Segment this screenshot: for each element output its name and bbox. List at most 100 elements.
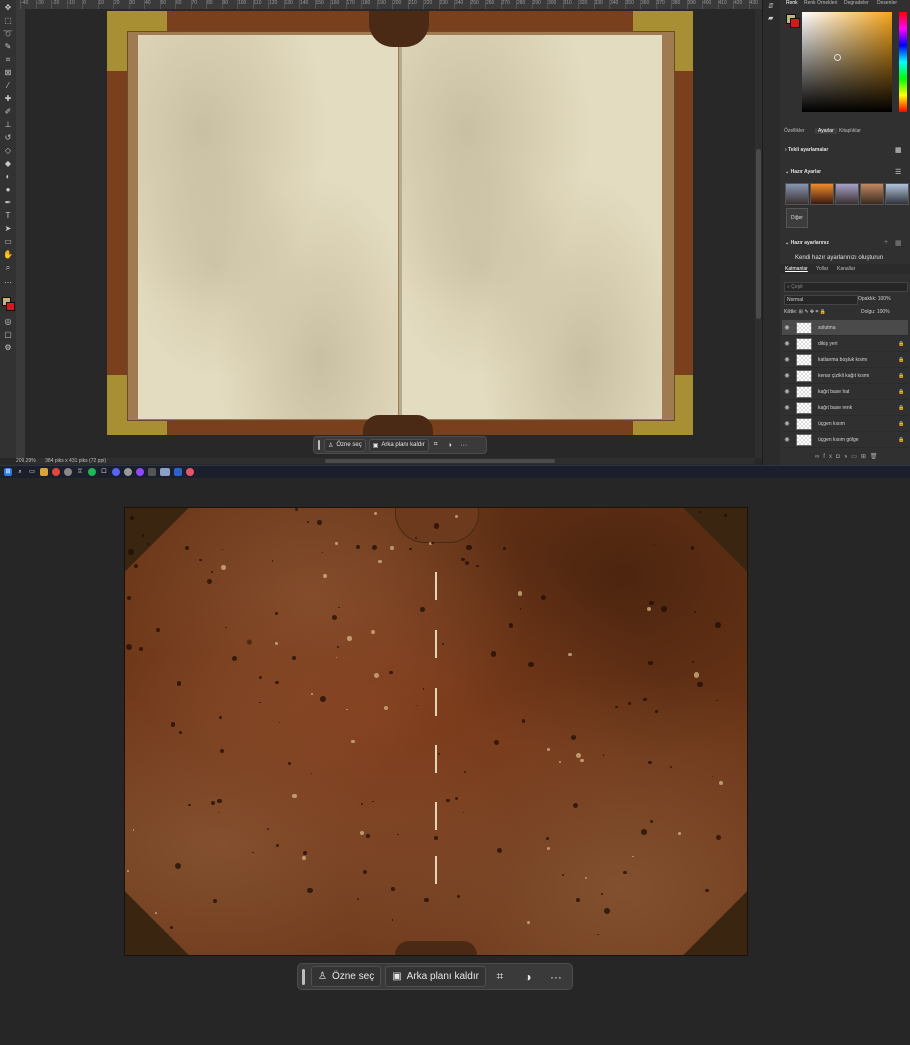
preset-thumb[interactable] [835,183,859,205]
edit-toolbar-icon[interactable]: ⚙ [2,343,14,353]
marquee-tool-icon[interactable]: ⬚ [2,16,14,26]
remove-background-button[interactable]: ▣ Arka planı kaldır [368,438,429,452]
screen-mode-icon[interactable]: ▢ [2,330,14,340]
zoomed-canvas-artwork[interactable] [124,507,748,956]
tab-channels[interactable]: Kanallar [837,266,855,272]
layer-name[interactable]: kağıt base renk [818,405,898,411]
color-picker-cursor[interactable] [834,54,841,61]
tab-paths[interactable]: Yollar [816,266,828,272]
eye-icon[interactable]: ◉ [782,356,792,363]
discord-icon[interactable] [112,468,120,476]
chrome-icon[interactable] [52,468,60,476]
eye-icon[interactable]: ◉ [782,404,792,411]
transform-icon[interactable]: ⌗ [429,441,443,449]
canvas-area[interactable]: ♙ Özne seç ▣ Arka planı kaldır ⌗ ◑ ··· [25,9,755,458]
eye-icon[interactable]: ◉ [782,388,792,395]
shape-tool-icon[interactable]: ▭ [2,237,14,247]
windows-start-icon[interactable]: ⊞ [4,468,12,476]
eyedropper-tool-icon[interactable]: ⁄ [2,81,14,91]
history-icon[interactable]: ⇵ [768,2,774,10]
frame-tool-icon[interactable]: ⊠ [2,68,14,78]
type-tool-icon[interactable]: T [2,211,14,221]
delete-layer-icon[interactable]: 🗑 [870,454,882,460]
eye-icon[interactable]: ◉ [782,372,792,379]
healing-brush-tool-icon[interactable]: ✚ [2,94,14,104]
zoom-level[interactable]: 209,29% [16,458,36,464]
background-color-swatch[interactable] [6,302,15,311]
color-picker-field[interactable] [802,12,892,112]
presets-header[interactable]: ⌄ Hazır Ayarlar [785,169,821,175]
stamp-tool-icon[interactable]: ⊥ [2,120,14,130]
eye-icon[interactable]: ◉ [782,324,792,331]
zoom-tool-icon[interactable]: ⌕ [2,263,14,273]
tab-swatches[interactable]: Renk Örnekleri [804,0,837,6]
preset-thumb[interactable] [785,183,809,205]
add-mask-icon[interactable]: ◘ [836,454,844,460]
add-preset-icon[interactable]: + [884,239,888,246]
tab-color[interactable]: Renk [786,0,798,6]
remove-background-button[interactable]: ▣ Arka planı kaldır [385,966,486,987]
app-icon[interactable]: ☐ [100,468,108,476]
layer-filter-input[interactable]: ⌕ Çeşit [784,282,908,292]
task-view-icon[interactable]: ▭ [28,468,36,476]
layer-row[interactable]: ◉ katlanma boşluk kısmı 🔒 [782,352,908,368]
dodge-tool-icon[interactable]: ● [2,185,14,195]
more-presets-button[interactable]: Diğer [786,208,808,228]
fill-value[interactable]: 100% [877,309,890,315]
eye-icon[interactable]: ◉ [782,420,792,427]
paint-bucket-tool-icon[interactable]: ◆ [2,159,14,169]
app-icon[interactable] [148,468,156,476]
vertical-scroll-thumb[interactable] [756,149,761,319]
tab-libraries[interactable]: Kitaplıklar [839,128,861,134]
drag-handle[interactable] [302,968,305,985]
app-icon[interactable] [186,468,194,476]
layer-name[interactable]: kağıt base hat [818,389,898,395]
opacity-control[interactable]: Opaklık: 100% [858,296,891,302]
app-icon[interactable] [124,468,132,476]
comments-icon[interactable]: ▰ [768,14,773,22]
eye-icon[interactable]: ◉ [782,340,792,347]
layer-row[interactable]: ◉ kağıt base renk 🔒 [782,400,908,416]
layer-row[interactable]: ◉ kağıt base hat 🔒 [782,384,908,400]
history-brush-tool-icon[interactable]: ↺ [2,133,14,143]
tab-properties[interactable]: Özellikler [784,128,805,134]
eye-icon[interactable]: ◉ [782,436,792,443]
adjustment-icon[interactable]: ◑ [514,970,542,984]
select-subject-button[interactable]: ♙ Özne seç [311,966,382,987]
move-tool-icon[interactable]: ✥ [2,3,14,13]
layer-name[interactable]: dikiş yeri [818,341,898,347]
select-subject-button[interactable]: ♙ Özne seç [324,438,366,452]
opacity-value[interactable]: 100% [878,296,891,302]
tab-adjustments[interactable]: Ayarlar [815,128,837,134]
adjustment-icon[interactable]: ◑ [443,442,457,449]
layer-name[interactable]: kenar çizikli kağıt kısmı [818,373,898,379]
transform-icon[interactable]: ⌗ [486,969,514,984]
tab-patterns[interactable]: Desenler [877,0,897,6]
blur-tool-icon[interactable]: ◐ [2,172,14,182]
grid-view-icon[interactable]: ▦ [895,146,902,154]
lock-pixels-icon[interactable]: ⊞ ✎ ✥ ⌗ 🔒 [799,309,826,315]
vertical-scrollbar[interactable] [755,9,762,458]
single-adjustments-header[interactable]: › Tekli ayarlamalar [785,147,828,153]
eraser-tool-icon[interactable]: ◇ [2,146,14,156]
horizontal-scroll-thumb[interactable] [325,459,555,463]
new-layer-icon[interactable]: ⊞ [861,454,870,460]
quick-mask-icon[interactable]: ◎ [2,317,14,327]
layer-row[interactable]: ◉ üçgen kısım gölge 🔒 [782,432,908,448]
fill-control[interactable]: Dolgu: 100% [861,309,890,315]
fx-icon[interactable]: fx [823,454,836,460]
preset-thumb[interactable] [810,183,834,205]
layer-name[interactable]: üçgen kısım [818,421,898,427]
quick-select-tool-icon[interactable]: ✎ [2,42,14,52]
app-icon[interactable] [136,468,144,476]
app-icon[interactable] [174,468,182,476]
app-icon[interactable]: ♖ [76,468,84,476]
blend-mode-select[interactable]: Normal [784,295,858,305]
your-presets-header[interactable]: ⌄ Hazır ayarlarınız [785,240,829,246]
file-explorer-icon[interactable] [40,468,48,476]
more-options-button[interactable]: ··· [457,442,471,449]
bg-swatch[interactable] [790,18,800,28]
hand-tool-icon[interactable]: ✋ [2,250,14,260]
brush-tool-icon[interactable]: ✐ [2,107,14,117]
pen-tool-icon[interactable]: ✒ [2,198,14,208]
